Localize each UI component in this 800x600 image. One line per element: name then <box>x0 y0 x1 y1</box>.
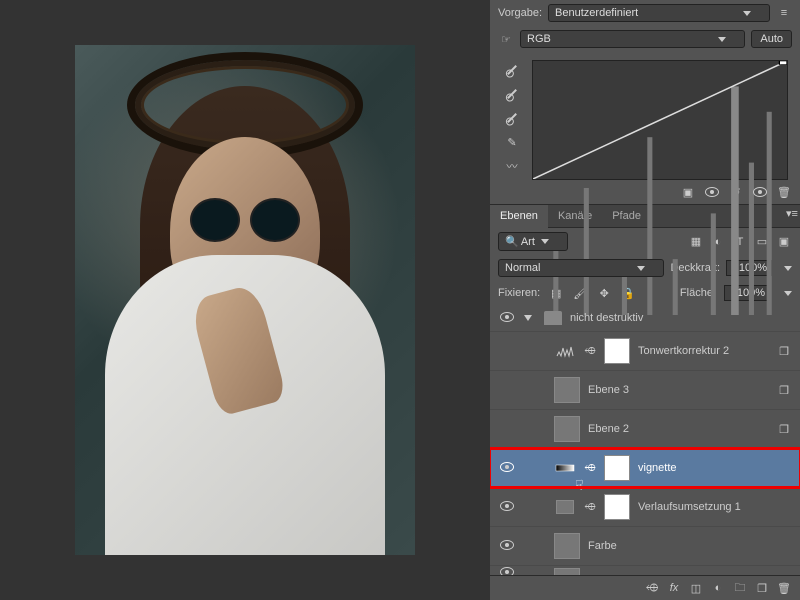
layer-name[interactable]: Farbe <box>588 540 792 552</box>
layer-vignette[interactable]: ⬲ vignette ☟ <box>490 449 800 488</box>
layer-name[interactable]: Tonwertkorrektur 2 <box>638 345 768 357</box>
layer-ebene3[interactable]: Ebene 3 ❐ <box>490 371 800 410</box>
link-icon[interactable]: ⬲ <box>584 463 596 474</box>
add-mask-icon[interactable]: ◫ <box>688 580 704 596</box>
panel-menu-icon[interactable]: ≡ <box>776 5 792 21</box>
delete-layer-icon[interactable]: 🗑 <box>776 580 792 596</box>
visibility-toggle[interactable] <box>498 462 516 475</box>
layer-mask[interactable] <box>604 338 630 364</box>
canvas-area <box>0 0 490 600</box>
auto-button[interactable]: Auto <box>751 30 792 48</box>
blend-mode-dropdown[interactable]: Normal <box>498 259 664 277</box>
curves-graph[interactable] <box>532 60 788 180</box>
layer-name[interactable]: Ebene 3 <box>588 384 768 396</box>
gradient-map-icon <box>554 498 576 516</box>
layer-levels[interactable]: ⬲ Tonwertkorrektur 2 ❐ <box>490 332 800 371</box>
filter-kind-label: Art <box>521 236 535 248</box>
new-adjustment-icon[interactable]: ◐ <box>710 580 726 596</box>
link-layers-icon[interactable]: ⬲ <box>644 580 660 596</box>
finger-icon[interactable]: ☞ <box>498 31 514 47</box>
link-icon[interactable]: ⬲ <box>584 502 596 513</box>
document-image[interactable] <box>75 45 415 555</box>
link-icon[interactable]: ⬲ <box>584 346 596 357</box>
black-point-eyedropper-icon[interactable] <box>504 62 520 78</box>
preset-value: Benutzerdefiniert <box>555 7 638 19</box>
layer-partial[interactable] <box>490 566 800 575</box>
visibility-toggle[interactable] <box>498 501 516 514</box>
layer-gradmap[interactable]: ⬲ Verlaufsumsetzung 1 <box>490 488 800 527</box>
layer-mask[interactable] <box>604 494 630 520</box>
folder-icon <box>544 311 562 325</box>
clip-icon[interactable]: ❐ <box>776 382 792 398</box>
layer-name[interactable]: vignette <box>638 462 792 474</box>
layer-group[interactable]: nicht destruktiv <box>490 305 800 332</box>
layer-mask[interactable] <box>604 455 630 481</box>
new-group-icon[interactable]: 🗀 <box>732 580 748 596</box>
layer-name[interactable]: Verlaufsumsetzung 1 <box>638 501 792 513</box>
clip-icon[interactable]: ❐ <box>776 343 792 359</box>
blend-mode-value: Normal <box>505 262 540 274</box>
preset-label: Vorgabe: <box>498 7 542 19</box>
visibility-toggle[interactable] <box>498 312 516 325</box>
curve-draw-icon[interactable]: 〰 <box>504 158 520 174</box>
channel-value: RGB <box>527 33 551 45</box>
layer-thumbnail[interactable] <box>554 568 580 576</box>
white-point-eyedropper-icon[interactable] <box>504 110 520 126</box>
layer-thumbnail[interactable] <box>554 377 580 403</box>
layers-footer: ⬲ fx ◫ ◐ 🗀 ❐ 🗑 <box>490 575 800 600</box>
new-layer-icon[interactable]: ❐ <box>754 580 770 596</box>
group-collapse-icon[interactable] <box>524 315 532 321</box>
layer-name[interactable]: Ebene 2 <box>588 423 768 435</box>
layer-ebene2[interactable]: Ebene 2 ❐ <box>490 410 800 449</box>
levels-icon <box>554 342 576 360</box>
gray-point-eyedropper-icon[interactable] <box>504 86 520 102</box>
layers-list: nicht destruktiv ⬲ Tonwertkorrektur 2 ❐ … <box>490 305 800 575</box>
curves-sampler-tools: ✎ 〰 <box>498 56 526 180</box>
fx-icon[interactable]: fx <box>666 580 682 596</box>
gradient-map-icon <box>554 459 576 477</box>
layer-thumbnail[interactable] <box>554 416 580 442</box>
visibility-toggle[interactable] <box>498 540 516 553</box>
curves-panel: Vorgabe: Benutzerdefiniert ≡ ☞ RGB Auto … <box>490 0 800 205</box>
visibility-toggle[interactable] <box>498 567 516 575</box>
layer-name[interactable]: nicht destruktiv <box>570 312 792 324</box>
right-panels: Vorgabe: Benutzerdefiniert ≡ ☞ RGB Auto … <box>490 0 800 600</box>
channel-dropdown[interactable]: RGB <box>520 30 745 48</box>
edit-points-icon[interactable]: ✎ <box>504 134 520 150</box>
preset-dropdown[interactable]: Benutzerdefiniert <box>548 4 770 22</box>
filter-kind-dropdown[interactable]: 🔍Art <box>498 232 568 251</box>
layer-thumbnail[interactable] <box>554 533 580 559</box>
clip-icon[interactable]: ❐ <box>776 421 792 437</box>
layer-farbe[interactable]: Farbe <box>490 527 800 566</box>
